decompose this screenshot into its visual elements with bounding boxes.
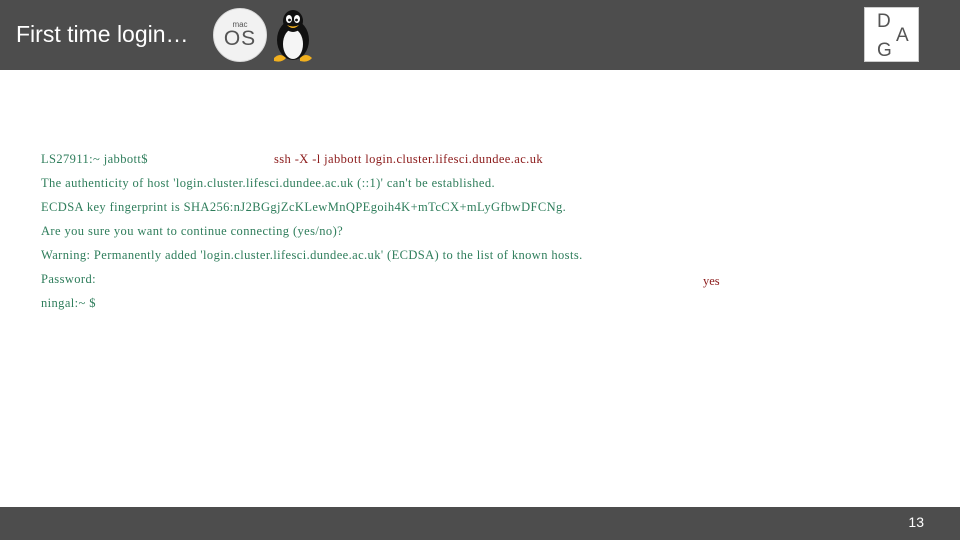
terminal-output-line: Warning: Permanently added 'login.cluste… — [41, 248, 583, 262]
terminal-command: ssh -X -l jabbott login.cluster.lifesci.… — [274, 152, 544, 166]
slide-header: First time login… mac OS D A G — [0, 0, 960, 70]
dga-logo: D A G — [864, 7, 919, 62]
macos-logo-big-text: OS — [223, 27, 257, 50]
terminal-prompt: LS27911:~ jabbott$ — [41, 152, 148, 166]
tux-penguin-icon — [274, 10, 312, 62]
dga-logo-letter-g: G — [877, 40, 892, 61]
terminal-output-line: Password: — [41, 272, 96, 286]
slide-title: First time login… — [16, 21, 189, 47]
terminal-output-line: ningal:~ $ — [41, 296, 96, 310]
page-number: 13 — [908, 514, 924, 530]
terminal-command-line: LS27911:~ jabbott$ ssh -X -l jabbott log… — [41, 148, 543, 170]
terminal-output-line: The authenticity of host 'login.cluster.… — [41, 176, 496, 190]
slide-footer: 13 — [0, 507, 960, 540]
terminal-output-line: Are you sure you want to continue connec… — [41, 224, 344, 238]
terminal-user-response: yes — [703, 274, 720, 288]
terminal-output-line: ECDSA key fingerprint is SHA256:nJ2BGgjZ… — [41, 200, 567, 214]
macos-icon: mac OS — [213, 8, 267, 62]
dga-logo-letter-a: A — [896, 25, 909, 46]
dga-logo-letter-d: D — [877, 11, 891, 32]
